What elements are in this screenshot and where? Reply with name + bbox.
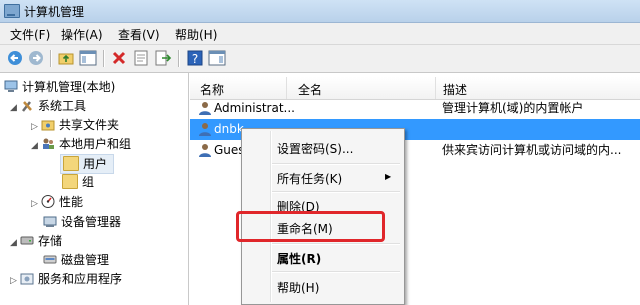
user-name: dnbk (214, 122, 244, 136)
properties-icon[interactable] (132, 49, 150, 67)
services-icon (20, 272, 34, 285)
delete-icon[interactable] (110, 49, 128, 67)
menu-view[interactable]: 查看(V) (118, 26, 160, 43)
folder-icon (62, 174, 78, 189)
help-icon[interactable]: ? (186, 49, 204, 67)
submenu-arrow-icon: ▶ (385, 172, 392, 181)
menu-item-all-tasks[interactable]: 所有任务(K) (277, 170, 342, 187)
show-hide-tree-icon[interactable] (79, 49, 97, 67)
rename-highlight-box (236, 211, 385, 242)
menu-help[interactable]: 帮助(H) (175, 26, 217, 43)
tree-item-disk-management[interactable]: 磁盘管理 (43, 251, 109, 269)
menu-item-help[interactable]: 帮助(H) (277, 279, 319, 296)
tree-item-label: 磁盘管理 (61, 253, 110, 267)
tree-item-label: 计算机管理(本地) (22, 80, 116, 94)
column-header-fullname[interactable]: 全名 (298, 81, 322, 98)
collapse-arrow-icon[interactable]: ◢ (31, 137, 41, 155)
list-row-administrator[interactable]: Administrat... 管理计算机(域)的内置帐户 (190, 98, 640, 119)
export-list-icon[interactable] (154, 49, 172, 67)
tree-item-label: 性能 (59, 195, 84, 209)
tree-item-label: 本地用户和组 (59, 137, 132, 151)
menu-item-set-password[interactable]: 设置密码(S)... (277, 140, 353, 157)
menu-action[interactable]: 操作(A) (61, 26, 103, 43)
tree-item-local-users-groups[interactable]: ◢ 本地用户和组 (31, 135, 131, 153)
tree-item-system-tools[interactable]: ◢ 系统工具 (10, 97, 86, 115)
user-description: 管理计算机(域)的内置帐户 (442, 101, 584, 115)
tools-icon (20, 99, 34, 112)
expand-arrow-icon[interactable]: ▷ (31, 118, 41, 136)
computer-management-icon (4, 4, 20, 18)
toolbar: ? (0, 45, 640, 73)
tree-item-users[interactable]: 用户 (60, 154, 114, 174)
tree-item-groups[interactable]: 组 (62, 173, 94, 191)
tree-item-label: 设备管理器 (61, 215, 122, 229)
user-description: 供来宾访问计算机或访问域的内... (442, 143, 622, 157)
console-tree: 计算机管理(本地) ◢ 系统工具 ▷ 共享文件夹 ◢ 本地用户和组 用户 组 ▷… (0, 73, 189, 305)
users-icon (41, 137, 55, 150)
tree-item-shared-folders[interactable]: ▷ 共享文件夹 (31, 116, 119, 134)
up-folder-icon[interactable] (57, 49, 75, 67)
action-pane-icon[interactable] (208, 49, 226, 67)
shared-folder-icon (41, 118, 55, 131)
computer-icon (4, 80, 18, 93)
expand-arrow-icon[interactable]: ▷ (31, 195, 41, 213)
menu-file[interactable]: 文件(F) (10, 26, 50, 43)
tree-item-services-apps[interactable]: ▷ 服务和应用程序 (10, 270, 122, 288)
menu-bar: 文件(F) 操作(A) 查看(V) 帮助(H) (0, 23, 640, 45)
tree-item-label: 服务和应用程序 (38, 272, 123, 286)
window-title: 计算机管理 (24, 5, 85, 19)
back-arrow-icon[interactable] (6, 49, 24, 67)
tree-item-label: 存储 (38, 234, 63, 248)
user-name: Administrat... (214, 101, 295, 115)
user-icon (198, 122, 212, 136)
tree-item-device-manager[interactable]: 设备管理器 (43, 213, 121, 231)
tree-item-computer-management[interactable]: 计算机管理(本地) (4, 78, 115, 96)
user-icon (198, 143, 212, 157)
tree-item-performance[interactable]: ▷ 性能 (31, 193, 83, 211)
column-header-name[interactable]: 名称 (200, 81, 224, 98)
menu-item-properties[interactable]: 属性(R) (277, 250, 321, 267)
storage-icon (20, 234, 34, 247)
tree-item-label: 系统工具 (38, 99, 87, 113)
svg-text:?: ? (192, 52, 198, 66)
expand-arrow-icon[interactable]: ▷ (10, 272, 20, 290)
forward-arrow-icon[interactable] (27, 49, 45, 67)
column-header-description[interactable]: 描述 (443, 81, 467, 98)
user-icon (198, 101, 212, 115)
list-header: 名称 全名 描述 (190, 77, 640, 100)
disk-icon (43, 253, 57, 266)
collapse-arrow-icon[interactable]: ◢ (10, 99, 20, 117)
tree-item-label: 共享文件夹 (59, 118, 120, 132)
tree-item-storage[interactable]: ◢ 存储 (10, 232, 62, 250)
title-bar: 计算机管理 (0, 0, 640, 23)
collapse-arrow-icon[interactable]: ◢ (10, 234, 20, 252)
tree-item-label: 组 (82, 175, 95, 189)
device-manager-icon (43, 215, 57, 228)
tree-item-label: 用户 (83, 157, 108, 171)
folder-icon (63, 156, 79, 171)
performance-icon (41, 195, 55, 208)
